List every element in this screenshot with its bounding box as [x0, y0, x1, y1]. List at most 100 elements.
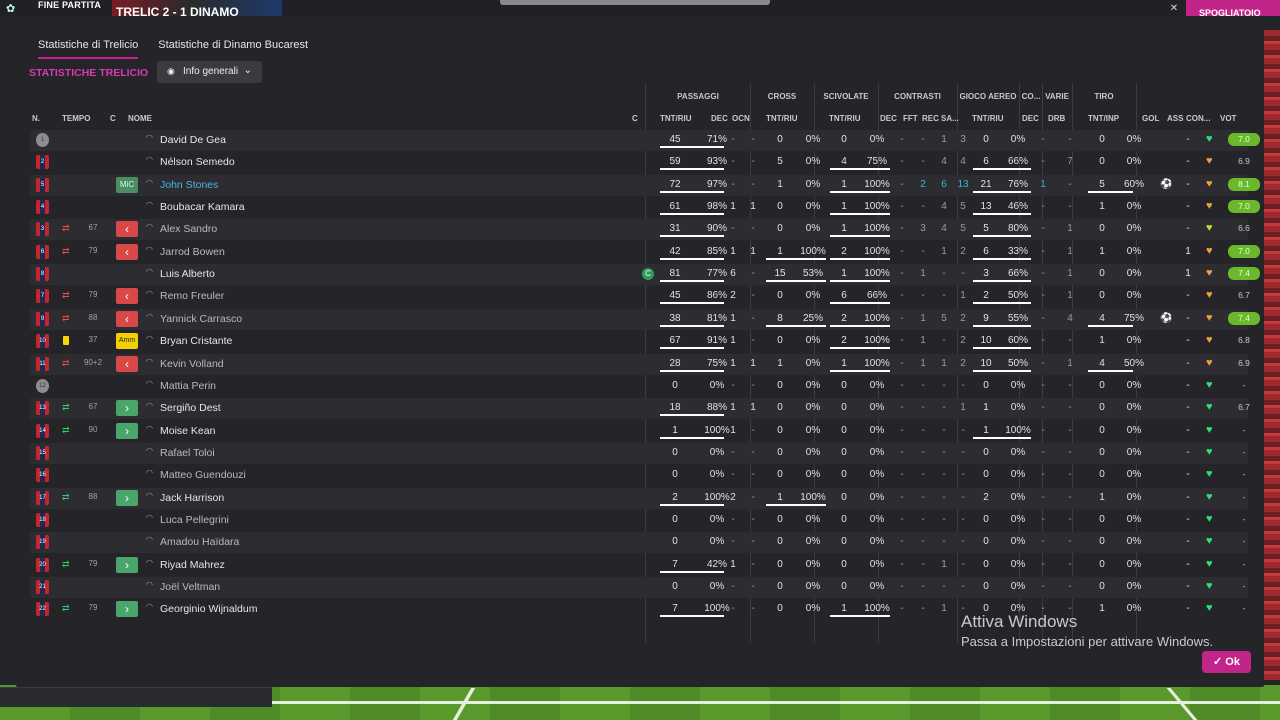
aerial-pct: 0%: [1010, 446, 1026, 458]
col-header-passes[interactable]: TNT/RIU: [660, 114, 692, 123]
table-row[interactable]: 15 ◠ Rafael Toloi 0 0% - -0 0% 0 0% - - - -0 0% - -0 0% - ♥…: [30, 442, 1248, 464]
col-header-fft[interactable]: FFT: [903, 114, 918, 123]
table-row[interactable]: 13 ⇄ 67 › ◠ Sergiño Dest 18 88% 1 1 0 0% 0 0% - - -1 1 0% -…: [30, 398, 1250, 420]
sub-minute: 90: [88, 424, 98, 434]
table-row[interactable]: 3 ⇄ 67 ‹ ◠ Alex Sandro 31 90% - -0 0% 1 100% -3 4 5 5 80%…: [30, 219, 1250, 241]
dribbles: 4: [1067, 312, 1073, 324]
captain-icon: C: [642, 268, 654, 281]
sub-out-badge-icon[interactable]: ‹: [116, 243, 138, 260]
player-name[interactable]: Bryan Cristante: [160, 335, 232, 347]
table-row[interactable]: 12 ◠ Mattia Perin 0 0% - -0 0% 0 0% - - - -0 0% - -0 0% - ♥…: [30, 376, 1248, 397]
col-header-rec[interactable]: REC: [922, 114, 939, 123]
view-dropdown[interactable]: ◉ Info generali ⌄: [157, 61, 262, 83]
col-header-captain[interactable]: C: [632, 114, 638, 123]
player-name[interactable]: Yannick Carrasco: [160, 313, 242, 325]
player-name[interactable]: Moise Kean: [160, 425, 215, 437]
game-logo-icon: ✿: [6, 3, 16, 15]
sub-out-badge-icon[interactable]: ‹: [116, 288, 138, 305]
table-row[interactable]: 7 ⇄ 79 ‹ ◠ Remo Freuler 45 86% 2-0 0% 6 66% - - -1 2 50%…: [30, 286, 1250, 307]
col-header-cross[interactable]: TNT/RIU: [766, 114, 798, 123]
player-name[interactable]: Boubacar Kamara: [160, 201, 245, 213]
col-header-pass-dec[interactable]: DEC: [711, 114, 728, 123]
aerial-pct: 66%: [1007, 268, 1028, 280]
table-row[interactable]: 2 ◠ Nélson Semedo 59 93% - -5 0% 4 75% - -4 4 6 66% -7 0…: [30, 152, 1250, 173]
sub-in-badge-icon[interactable]: ›: [116, 601, 138, 618]
player-name[interactable]: Remo Freuler: [160, 290, 224, 302]
locker-room-button[interactable]: SPOGLIATOIO: [1186, 0, 1280, 16]
table-row[interactable]: 1 ◠ David De Gea 45 71% - -0 0% 0 0% - -1 3 0 0% - -0 0% -…: [30, 130, 1260, 151]
player-name[interactable]: Georginio Wijnaldum: [160, 603, 257, 615]
player-name[interactable]: Riyad Mahrez: [160, 559, 225, 571]
assists: -: [1186, 290, 1190, 302]
player-name[interactable]: Rafael Toloi: [160, 447, 215, 459]
condition-heart-icon: ♥: [1206, 512, 1213, 525]
table-row[interactable]: 11 ⇄ 90+2 ‹ ◠ Kevin Volland 28 75% 1 1 1 0% 1 100% -1 1…: [30, 353, 1250, 375]
ok-button[interactable]: ✓ Ok: [1202, 651, 1251, 673]
table-row[interactable]: 20 ⇄ 79 › ◠ Riyad Mahrez 7 42% 1-0 0% 0 0% - -1-0 0% - -…: [30, 555, 1248, 576]
tab-team-stats[interactable]: Statistiche di Trelicio: [38, 39, 139, 59]
tackles-pct: 0%: [869, 402, 885, 414]
col-header-condition[interactable]: CON...: [1186, 114, 1210, 123]
table-row[interactable]: 6 ⇄ 79 ‹ ◠ Jarrod Bowen 42 85% 1 1 1 100% 2 100% - -1 2 6…: [30, 242, 1260, 263]
table-row[interactable]: 16 ◠ Matteo Guendouzi 0 0% - -0 0% 0 0% - - - -0 0% - -0…: [30, 465, 1248, 486]
table-row[interactable]: 14 ⇄ 90 › ◠ Moise Kean 1 100% 1-0 0% 0 0% - - - -1 100% -…: [30, 421, 1248, 442]
player-name[interactable]: Nélson Semedo: [160, 156, 235, 168]
player-icon: ◠: [146, 177, 153, 187]
player-name[interactable]: Alex Sandro: [160, 223, 217, 235]
player-icon: ◠: [146, 535, 153, 545]
col-header-assists[interactable]: ASS: [1167, 114, 1183, 123]
col-header-number[interactable]: N.: [32, 114, 40, 123]
sub-in-badge-icon[interactable]: ›: [116, 422, 138, 439]
table-row[interactable]: 19 ◠ Amadou Haïdara 0 0% - -0 0% 0 0% - - - -0 0% - -0 0%…: [30, 532, 1248, 554]
player-name[interactable]: David De Gea: [160, 134, 226, 146]
player-name[interactable]: John Stones: [160, 179, 218, 191]
player-name[interactable]: Luca Pellegrini: [160, 514, 229, 526]
player-name[interactable]: Mattia Perin: [160, 380, 216, 392]
player-name[interactable]: Sergiño Dest: [160, 402, 221, 414]
col-header-ocn[interactable]: OCN: [732, 114, 750, 123]
assists: -: [1186, 201, 1190, 213]
col-header-goals[interactable]: GOL: [1142, 114, 1159, 123]
table-row[interactable]: 5 MiC ◠ John Stones 72 97% - -1 0% 1 100% -2 6 13 21 76…: [30, 174, 1260, 196]
tab-opponent-stats[interactable]: Statistiche di Dinamo Bucarest: [158, 39, 308, 59]
table-row[interactable]: 18 ◠ Luca Pellegrini 0 0% - -0 0% 0 0% - - - -0 0% - -0 0…: [30, 510, 1248, 531]
table-row[interactable]: 10 37 Amm ◠ Bryan Cristante 67 91% 1-0 0% 2 100% -1…: [30, 331, 1250, 352]
col-header-rating[interactable]: VOT: [1220, 114, 1236, 123]
sub-out-badge-icon[interactable]: ‹: [116, 221, 138, 238]
tackles-bar: [830, 347, 890, 350]
sub-in-badge-icon[interactable]: ›: [116, 556, 138, 573]
player-name[interactable]: Matteo Guendouzi: [160, 469, 246, 481]
table-row[interactable]: 21 ◠ Joël Veltman 0 0% - -0 0% 0 0% - - - -0 0% - -0 0% - ♥…: [30, 577, 1248, 598]
col-header-time[interactable]: TEMPO: [62, 114, 90, 123]
table-row[interactable]: 17 ⇄ 88 › ◠ Jack Harrison 2 100% 2-1 100% 0 0% - - - -2…: [30, 487, 1248, 509]
shots-attempted: 0: [1099, 223, 1105, 235]
player-name[interactable]: Luis Alberto: [160, 268, 215, 280]
sub-out-badge-icon[interactable]: ‹: [116, 355, 138, 372]
col-header-dribbles[interactable]: DRB: [1048, 114, 1065, 123]
col-header-co-dec[interactable]: DEC: [1022, 114, 1039, 123]
col-header-c[interactable]: C: [110, 114, 116, 123]
sub-in-badge-icon[interactable]: ›: [116, 489, 138, 506]
player-name[interactable]: Amadou Haïdara: [160, 536, 239, 548]
col-header-aerial[interactable]: TNT/RIU: [972, 114, 1004, 123]
table-row[interactable]: 4 ◠ Boubacar Kamara 61 98% 1 1 0 0% 1 100% - -4 5 13 46…: [30, 197, 1260, 218]
player-name[interactable]: Jack Harrison: [160, 492, 224, 504]
col-header-tackles[interactable]: TNT/RIU: [829, 114, 861, 123]
player-icon: ◠: [146, 557, 153, 567]
col-header-sa[interactable]: SA...: [941, 114, 959, 123]
table-row[interactable]: 9 ⇄ 88 ‹ ◠ Yannick Carrasco 38 81% 1-8 25% 2 100% -1…: [30, 308, 1260, 330]
co-decisive: -: [1041, 201, 1045, 213]
player-name[interactable]: Jarrod Bowen: [160, 246, 225, 258]
col-header-shots[interactable]: TNT/INP: [1088, 114, 1119, 123]
player-rating: 7.0: [1228, 244, 1260, 258]
col-header-contrast-dec[interactable]: DEC: [880, 114, 897, 123]
close-icon[interactable]: ✕: [1162, 0, 1186, 16]
player-name[interactable]: Kevin Volland: [160, 358, 224, 370]
sub-in-badge-icon[interactable]: ›: [116, 400, 138, 417]
shirt-number: 21: [36, 580, 49, 594]
table-row[interactable]: 8 ◠ Luis Alberto C 81 77% 6-15 53% 1 100% -1- -3 66%…: [30, 264, 1260, 286]
tackles-attempted: 1: [841, 357, 847, 369]
sub-out-badge-icon[interactable]: ‹: [116, 310, 138, 327]
col-header-name[interactable]: NOME: [128, 114, 152, 123]
player-name[interactable]: Joël Veltman: [160, 581, 220, 593]
